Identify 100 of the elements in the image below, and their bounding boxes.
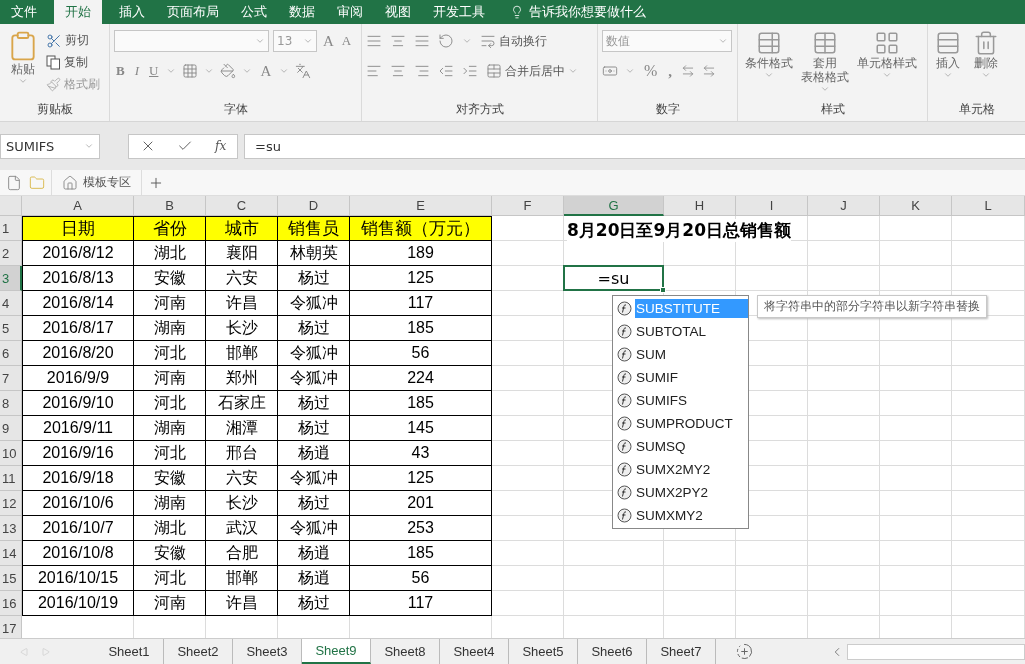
column-header[interactable]: B [134,196,206,216]
function-icon [617,462,632,477]
menu-tab[interactable]: 插入 [108,0,156,24]
function-suggestion[interactable]: SUMPRODUCT [613,412,748,435]
column-header[interactable]: L [952,196,1025,216]
function-suggestion[interactable]: SUMSQ [613,435,748,458]
cut-button[interactable]: 剪切 [46,30,100,51]
row-header[interactable]: 15 [0,566,22,591]
sheet-tab[interactable]: Sheet5 [509,639,578,664]
template-tab[interactable]: 模板专区 [58,174,135,191]
column-header[interactable]: I [736,196,808,216]
sheet-tab[interactable]: Sheet8 [371,639,440,664]
function-suggestion[interactable]: SUMIF [613,366,748,389]
tell-me-search[interactable]: 告诉我你想要做什么 [510,0,646,24]
font-name-select[interactable] [114,30,269,52]
menu-tab[interactable]: 审阅 [326,0,374,24]
row-header[interactable]: 13 [0,516,22,541]
menu-tab[interactable]: 开发工具 [422,0,496,24]
active-cell-editor[interactable]: =su [563,265,664,291]
select-all-corner[interactable] [0,196,22,216]
row-header[interactable]: 9 [0,416,22,441]
sheet-tab[interactable]: Sheet9 [302,639,371,664]
column-header[interactable]: D [278,196,350,216]
column-header[interactable]: J [808,196,880,216]
row-header[interactable]: 3 [0,266,22,291]
function-suggestion[interactable]: SUMXMY2 [613,504,748,527]
row-header[interactable]: 2 [0,241,22,266]
function-icon [617,347,632,362]
row-header[interactable]: 17 [0,616,22,638]
table-cell: 长沙 [206,316,278,341]
empty-cell [664,241,736,266]
lightbulb-icon [510,5,524,19]
wrap-text-button[interactable]: 自动换行 [480,30,547,52]
function-suggestion[interactable]: SUBTOTAL [613,320,748,343]
menu-tab[interactable]: 页面布局 [156,0,230,24]
row-header[interactable]: 1 [0,216,22,241]
column-header[interactable]: C [206,196,278,216]
table-cell: 杨过 [278,316,350,341]
empty-cell [880,341,952,366]
fill-handle[interactable] [660,287,666,293]
column-header[interactable]: K [880,196,952,216]
indent-increase-icon [462,63,478,79]
insert-function-button[interactable]: fx [215,139,227,153]
sheet-tab[interactable]: Sheet2 [164,639,233,664]
paintbrush-icon [46,77,61,92]
group-title: 剪贴板 [35,101,74,118]
empty-cell [880,566,952,591]
formula-input[interactable]: =su [244,133,1025,159]
bottom-align-icon [414,33,430,49]
header-cell: 省份 [134,216,206,241]
sheet-tab[interactable]: Sheet1 [95,639,164,664]
style-button[interactable]: 单元格样式 [854,30,920,101]
column-header[interactable]: G [564,196,664,216]
style-button[interactable]: 条件格式 [742,30,796,101]
function-suggestion[interactable]: SUMX2PY2 [613,481,748,504]
menu-tab[interactable]: 视图 [374,0,422,24]
sheet-tab[interactable]: Sheet7 [647,639,716,664]
row-header[interactable]: 7 [0,366,22,391]
header-cell: 销售额（万元） [350,216,492,241]
row-header[interactable]: 6 [0,341,22,366]
middle-align-icon [390,33,406,49]
row-header[interactable]: 10 [0,441,22,466]
table-cell: 56 [350,341,492,366]
sheet-tab[interactable]: Sheet4 [440,639,509,664]
row-header[interactable]: 8 [0,391,22,416]
column-header[interactable]: A [22,196,134,216]
empty-cell [880,216,952,241]
function-icon [617,324,632,339]
merge-center-button[interactable]: 合并后居中 [486,60,578,82]
row-header[interactable]: 12 [0,491,22,516]
table-cell: 2016/8/14 [22,291,134,316]
column-header[interactable]: E [350,196,492,216]
horizontal-scrollbar[interactable] [847,643,1025,660]
column-header[interactable]: H [664,196,736,216]
row-header[interactable]: 11 [0,466,22,491]
menu-tab[interactable]: 开始 [54,0,102,24]
caret-icon [166,66,177,76]
menu-tab[interactable]: 文件 [0,0,48,24]
cells-button[interactable]: 插入 [932,30,964,101]
column-header[interactable]: F [492,196,564,216]
function-suggestion[interactable]: SUM [613,343,748,366]
table-cell: 杨过 [278,416,350,441]
menu-tab[interactable]: 公式 [230,0,278,24]
function-suggestion[interactable]: SUMIFS [613,389,748,412]
row-header[interactable]: 16 [0,591,22,616]
table-cell: 185 [350,316,492,341]
paste-button[interactable]: 粘贴 [4,30,42,101]
row-header[interactable]: 14 [0,541,22,566]
table-cell: 2016/10/7 [22,516,134,541]
cells-button[interactable]: 删除 [970,30,1002,101]
caret-icon [18,76,28,86]
style-button[interactable]: 套用 表格格式 [798,30,852,101]
function-suggestion[interactable]: SUMX2MY2 [613,458,748,481]
menu-tab[interactable]: 数据 [278,0,326,24]
row-header[interactable]: 4 [0,291,22,316]
row-header[interactable]: 5 [0,316,22,341]
empty-cell [808,591,880,616]
name-box[interactable]: SUMIFS [0,133,100,159]
sheet-tab[interactable]: Sheet6 [578,639,647,664]
copy-button[interactable]: 复制 [46,52,100,73]
